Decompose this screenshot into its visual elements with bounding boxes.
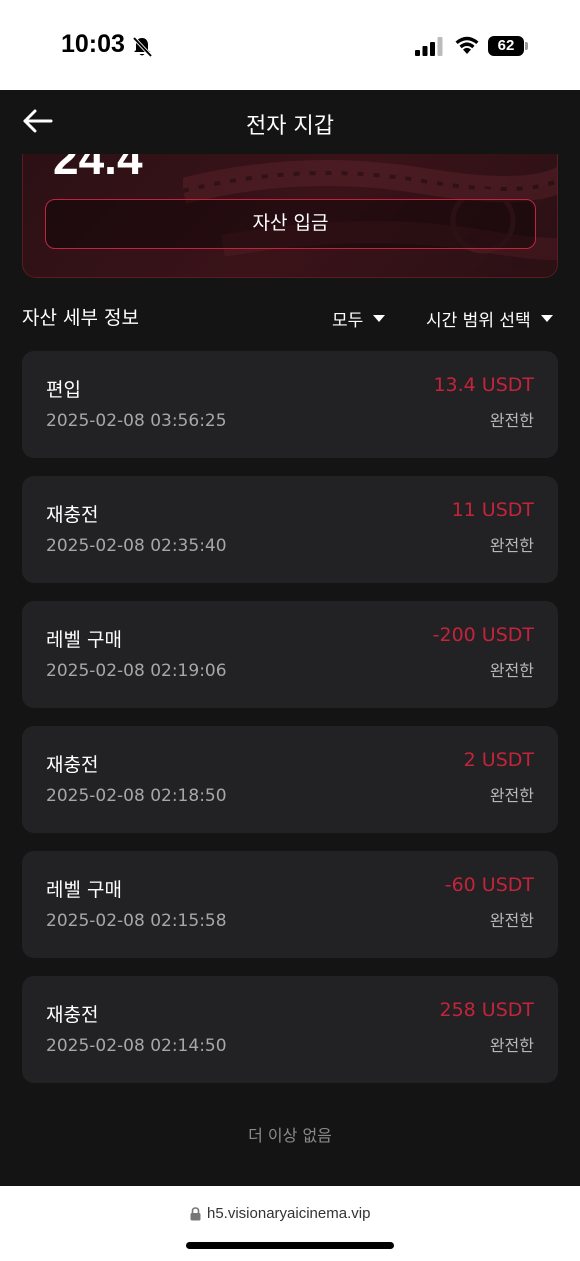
home-indicator[interactable] [186,1242,394,1249]
transaction-item[interactable]: 재충전 2025-02-08 02:35:40 11 USDT 완전한 [22,476,558,583]
signal-icon [415,37,443,56]
bell-slash-icon [132,36,153,58]
transaction-status: 완전한 [489,536,534,555]
transaction-type: 레벨 구매 [46,879,122,901]
transaction-date: 2025-02-08 02:18:50 [46,786,227,806]
section-title: 자산 세부 정보 [22,307,139,329]
caret-down-icon [540,315,553,322]
deposit-button[interactable]: 자산 입금 [45,199,536,249]
transaction-type: 재충전 [46,1004,99,1026]
transaction-date: 2025-02-08 02:35:40 [46,536,227,556]
transaction-amount: 13.4 USDT [433,374,534,396]
status-bar: 10:03 62 [0,0,580,90]
filter-all-label: 모두 [332,311,364,331]
transaction-type: 편입 [46,379,81,401]
page-title: 전자 지갑 [246,114,334,139]
battery-indicator: 62 [488,36,524,56]
status-time: 10:03 [61,30,125,58]
transaction-item[interactable]: 재충전 2025-02-08 02:14:50 258 USDT 완전한 [22,976,558,1083]
no-more-text: 더 이상 없음 [248,1126,332,1145]
url-address[interactable]: h5.visionaryaicinema.vip [207,1205,370,1222]
transaction-status: 완전한 [489,786,534,805]
transaction-status: 완전한 [489,911,534,930]
transaction-amount: 258 USDT [439,999,534,1021]
app-header: 전자 지갑 [0,90,580,154]
wifi-icon [455,36,479,54]
time-range-label: 시간 범위 선택 [426,311,531,331]
transaction-date: 2025-02-08 03:56:25 [46,411,227,431]
transaction-amount: 2 USDT [463,749,534,771]
filter-all-dropdown[interactable]: 모두 [332,306,386,331]
time-range-dropdown[interactable]: 시간 범위 선택 [426,306,553,331]
caret-down-icon [373,315,386,322]
transaction-type: 레벨 구매 [46,629,122,651]
transaction-amount: -60 USDT [444,874,534,896]
transaction-item[interactable]: 편입 2025-02-08 03:56:25 13.4 USDT 완전한 [22,351,558,458]
transaction-type: 재충전 [46,504,99,526]
transaction-list: 편입 2025-02-08 03:56:25 13.4 USDT 완전한 재충전… [22,351,558,1101]
lock-icon [190,1207,201,1221]
browser-bar: h5.visionaryaicinema.vip [0,1186,580,1261]
transaction-amount: 11 USDT [451,499,534,521]
transaction-status: 완전한 [489,411,534,430]
transaction-item[interactable]: 레벨 구매 2025-02-08 02:19:06 -200 USDT 완전한 [22,601,558,708]
transaction-date: 2025-02-08 02:14:50 [46,1036,227,1056]
battery-cap [525,42,528,50]
transaction-item[interactable]: 레벨 구매 2025-02-08 02:15:58 -60 USDT 완전한 [22,851,558,958]
transaction-type: 재충전 [46,754,99,776]
transaction-status: 완전한 [489,1036,534,1055]
transaction-item[interactable]: 재충전 2025-02-08 02:18:50 2 USDT 완전한 [22,726,558,833]
transaction-date: 2025-02-08 02:19:06 [46,661,227,681]
transaction-status: 완전한 [489,661,534,680]
transaction-amount: -200 USDT [432,624,534,646]
transaction-date: 2025-02-08 02:15:58 [46,911,227,931]
